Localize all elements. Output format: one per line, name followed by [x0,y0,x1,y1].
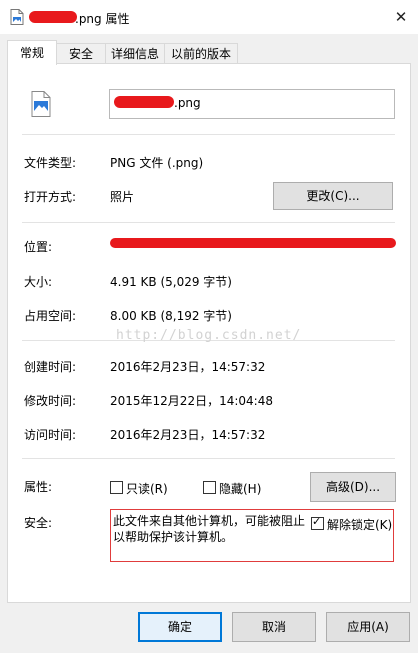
open-with-label: 打开方式: [24,190,77,204]
advanced-button-label: 高级(D)... [325,480,381,494]
disk-size-label: 占用空间: [24,309,77,323]
filename-extension: .png [174,96,201,110]
properties-window: .png 属性 ✕ 常规 安全 详细信息 以前的版本 .png 文件类型: PN… [0,0,418,653]
size-label: 大小: [24,275,53,289]
close-button[interactable]: ✕ [384,0,418,34]
image-file-icon [10,9,24,25]
tab-previous-versions-label: 以前的版本 [170,47,231,61]
cancel-button-label: 取消 [261,620,286,634]
change-button[interactable]: 更改(C)... [273,182,393,210]
file-type-label: 文件类型: [24,156,77,170]
open-with-value: 照片 [110,190,135,204]
attributes-label: 属性: [24,480,53,494]
tab-security[interactable]: 安全 [56,43,106,64]
hidden-checkbox[interactable] [203,481,216,494]
divider [22,458,395,459]
image-file-icon [31,91,51,117]
ok-button[interactable]: 确定 [138,612,222,642]
tab-details-label: 详细信息 [110,47,159,61]
hidden-label: 隐藏(H) [219,482,262,496]
redacted-filename [29,11,77,23]
location-label: 位置: [24,240,53,254]
modified-value: 2015年12月22日，14:04:48 [110,394,273,408]
created-value: 2016年2月23日，14:57:32 [110,360,266,374]
cancel-button[interactable]: 取消 [232,612,316,642]
unblock-checkbox[interactable] [311,515,324,530]
filename-input[interactable]: .png [109,89,395,119]
title-bar: .png 属性 ✕ [0,0,418,34]
readonly-checkbox[interactable] [110,481,123,494]
redacted-location [110,238,396,248]
accessed-value: 2016年2月23日，14:57:32 [110,428,266,442]
security-warning: 此文件来自其他计算机，可能被阻止以帮助保护该计算机。 解除锁定(K) [110,509,394,562]
divider [22,222,395,223]
tab-details[interactable]: 详细信息 [105,43,165,64]
change-button-label: 更改(C)... [306,189,360,203]
redacted-filename [114,96,174,108]
advanced-button[interactable]: 高级(D)... [310,472,396,502]
accessed-label: 访问时间: [24,428,77,442]
tab-bar: 常规 安全 详细信息 以前的版本 [0,34,418,65]
size-value: 4.91 KB (5,029 字节) [110,275,232,289]
created-label: 创建时间: [24,360,77,374]
tab-general[interactable]: 常规 [7,40,57,65]
modified-label: 修改时间: [24,394,77,408]
watermark-text: http://blog.csdn.net/ [116,328,302,343]
divider [22,134,395,135]
readonly-label: 只读(R) [126,482,168,496]
tab-general-label: 常规 [19,46,44,60]
ok-button-label: 确定 [167,620,192,634]
security-label: 安全: [24,516,53,530]
apply-button[interactable]: 应用(A) [326,612,410,642]
security-message: 此文件来自其他计算机，可能被阻止以帮助保护该计算机。 [113,514,306,544]
close-icon: ✕ [394,8,408,26]
tab-security-label: 安全 [68,47,93,61]
general-panel: .png 文件类型: PNG 文件 (.png) 打开方式: 照片 更改(C).… [7,63,411,603]
unblock-label: 解除锁定(K) [327,518,393,532]
window-title: .png 属性 [75,12,130,26]
file-type-value: PNG 文件 (.png) [110,156,204,170]
disk-size-value: 8.00 KB (8,192 字节) [110,309,232,323]
tab-previous-versions[interactable]: 以前的版本 [164,43,238,64]
apply-button-label: 应用(A) [347,620,389,634]
